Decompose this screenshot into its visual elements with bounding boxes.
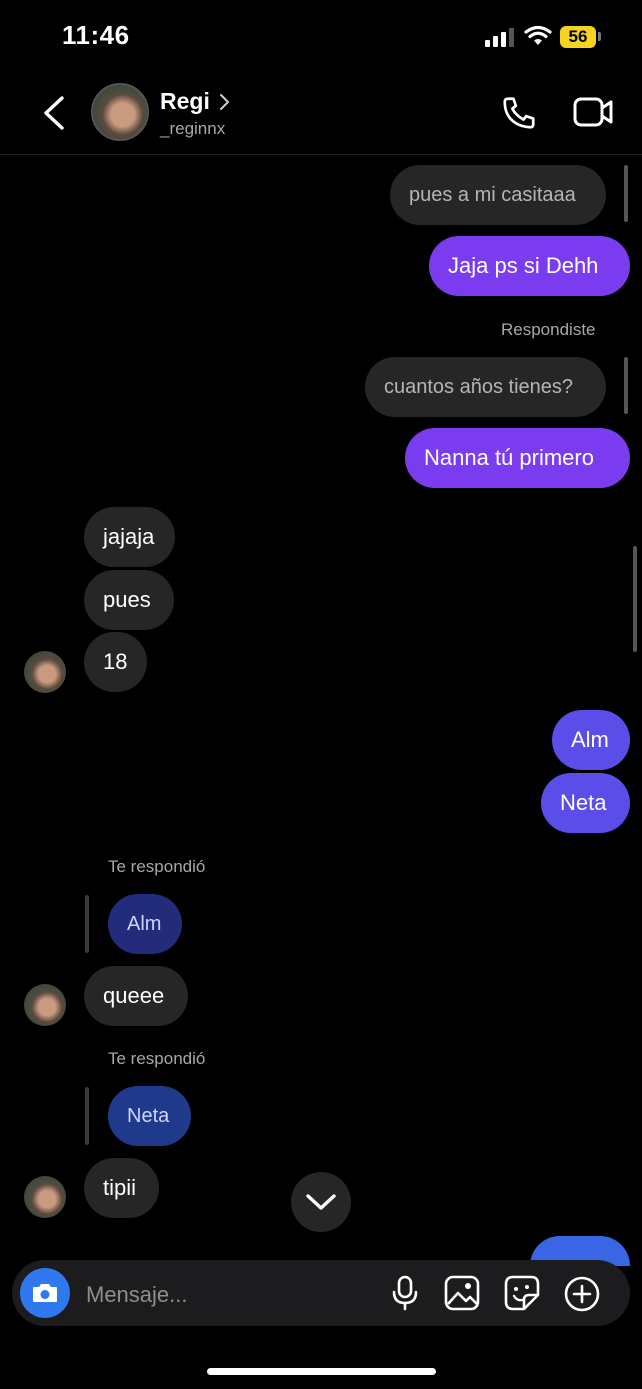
message-bubble-outgoing-reply-context[interactable]: pues a mi casitaaa bbox=[390, 165, 606, 225]
message-bubble-incoming[interactable]: 18 bbox=[84, 632, 147, 692]
home-indicator[interactable] bbox=[207, 1368, 436, 1375]
chevron-right-icon[interactable] bbox=[218, 92, 232, 112]
reply-label: Respondiste bbox=[501, 320, 596, 339]
add-plus-icon[interactable] bbox=[563, 1275, 601, 1313]
message-bubble-outgoing[interactable]: Jaja ps si Dehh bbox=[429, 236, 630, 296]
message-bubble-outgoing[interactable]: Nanna tú primero bbox=[405, 428, 630, 488]
contact-avatar[interactable] bbox=[91, 83, 149, 141]
video-call-icon[interactable] bbox=[572, 94, 614, 130]
sticker-icon[interactable] bbox=[504, 1275, 540, 1311]
reply-quote-bar bbox=[85, 895, 89, 953]
quoted-message[interactable]: Neta bbox=[108, 1086, 191, 1146]
status-time: 11:46 bbox=[62, 20, 130, 50]
message-bubble-quoted[interactable]: cuantos años tienes? bbox=[365, 357, 606, 417]
battery-indicator: 56 bbox=[560, 26, 596, 48]
microphone-icon[interactable] bbox=[390, 1274, 420, 1312]
header-divider bbox=[0, 154, 642, 155]
back-arrow-icon[interactable] bbox=[40, 94, 68, 132]
message-input[interactable] bbox=[84, 1279, 368, 1311]
message-bubble-incoming[interactable]: tipii bbox=[84, 1158, 159, 1218]
battery-cap bbox=[598, 32, 601, 41]
reply-label: Te respondió bbox=[108, 1049, 206, 1068]
message-bubble-incoming[interactable]: queee bbox=[84, 966, 188, 1026]
contact-name[interactable]: Regi bbox=[160, 88, 210, 115]
gallery-icon[interactable] bbox=[444, 1275, 480, 1311]
cellular-signal-icon bbox=[485, 28, 514, 47]
wifi-icon bbox=[524, 25, 552, 45]
message-bubble-incoming[interactable]: jajaja bbox=[84, 507, 175, 567]
reply-context-bar bbox=[624, 165, 628, 222]
message-bubble-outgoing[interactable]: Neta bbox=[541, 773, 630, 833]
contact-avatar-small[interactable] bbox=[24, 1176, 66, 1218]
phone-call-icon[interactable] bbox=[500, 94, 538, 132]
contact-handle: _reginnx bbox=[160, 119, 226, 138]
scroll-to-bottom-button[interactable] bbox=[291, 1172, 351, 1232]
camera-icon bbox=[33, 1284, 57, 1302]
scrollbar-thumb[interactable] bbox=[633, 546, 637, 652]
contact-avatar-small[interactable] bbox=[24, 984, 66, 1026]
camera-button[interactable] bbox=[20, 1268, 70, 1318]
reply-quote-bar bbox=[85, 1087, 89, 1145]
reply-context-bar bbox=[624, 357, 628, 414]
chevron-down-icon bbox=[306, 1194, 336, 1210]
contact-avatar-small[interactable] bbox=[24, 651, 66, 693]
reply-label: Te respondió bbox=[108, 857, 206, 876]
quoted-message[interactable]: Alm bbox=[108, 894, 182, 954]
message-bubble-incoming[interactable]: pues bbox=[84, 570, 174, 630]
message-bubble-outgoing[interactable]: Alm bbox=[552, 710, 630, 770]
